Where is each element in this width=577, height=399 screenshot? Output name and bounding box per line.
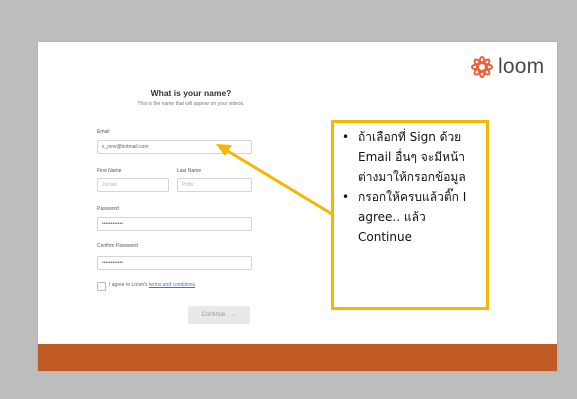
last-name-field[interactable] — [177, 178, 252, 192]
agree-checkbox[interactable] — [97, 282, 106, 291]
arrow-right-icon: → — [230, 312, 237, 318]
email-label: Email — [97, 129, 110, 135]
first-name-field[interactable] — [97, 178, 169, 192]
loom-logo-icon — [471, 56, 493, 78]
agree-prefix: I agree to Loom's — [109, 282, 149, 288]
password-label: Password — [97, 206, 119, 212]
loom-logo: loom — [470, 53, 544, 81]
callout-item-1: • ถ้าเลือกที่ Sign ด้วย Email อื่นๆ จะมีห… — [338, 127, 480, 187]
bullet-1: • — [342, 130, 350, 144]
terms-link[interactable]: terms and conditions — [149, 282, 195, 288]
loom-logo-text: loom — [498, 55, 545, 78]
footer-bar — [38, 344, 557, 371]
page-title: What is your name? — [150, 88, 232, 98]
callout-item-1-text: ถ้าเลือกที่ Sign ด้วย Email อื่นๆ จะมีหน… — [358, 130, 466, 184]
password-field[interactable] — [97, 217, 252, 231]
email-field[interactable] — [97, 140, 252, 154]
confirm-password-field[interactable] — [97, 256, 252, 270]
instruction-callout: • ถ้าเลือกที่ Sign ด้วย Email อื่นๆ จะมีห… — [331, 120, 489, 310]
continue-label: Continue — [201, 312, 226, 318]
confirm-password-label: Confirm Password — [97, 243, 138, 249]
page-subtitle: This is the name that will appear on you… — [137, 101, 245, 107]
last-name-label: Last Name — [177, 168, 202, 174]
first-name-label: First Name — [97, 168, 122, 174]
bullet-2: • — [342, 190, 350, 204]
callout-item-2: • กรอกให้ครบแล้วติ๊ก I agree.. แล้ว Conti… — [338, 187, 480, 247]
callout-item-2-text: กรอกให้ครบแล้วติ๊ก I agree.. แล้ว Contin… — [358, 190, 467, 244]
continue-button[interactable]: Continue → — [188, 306, 250, 324]
agree-text: I agree to Loom's terms and conditions — [109, 282, 195, 288]
